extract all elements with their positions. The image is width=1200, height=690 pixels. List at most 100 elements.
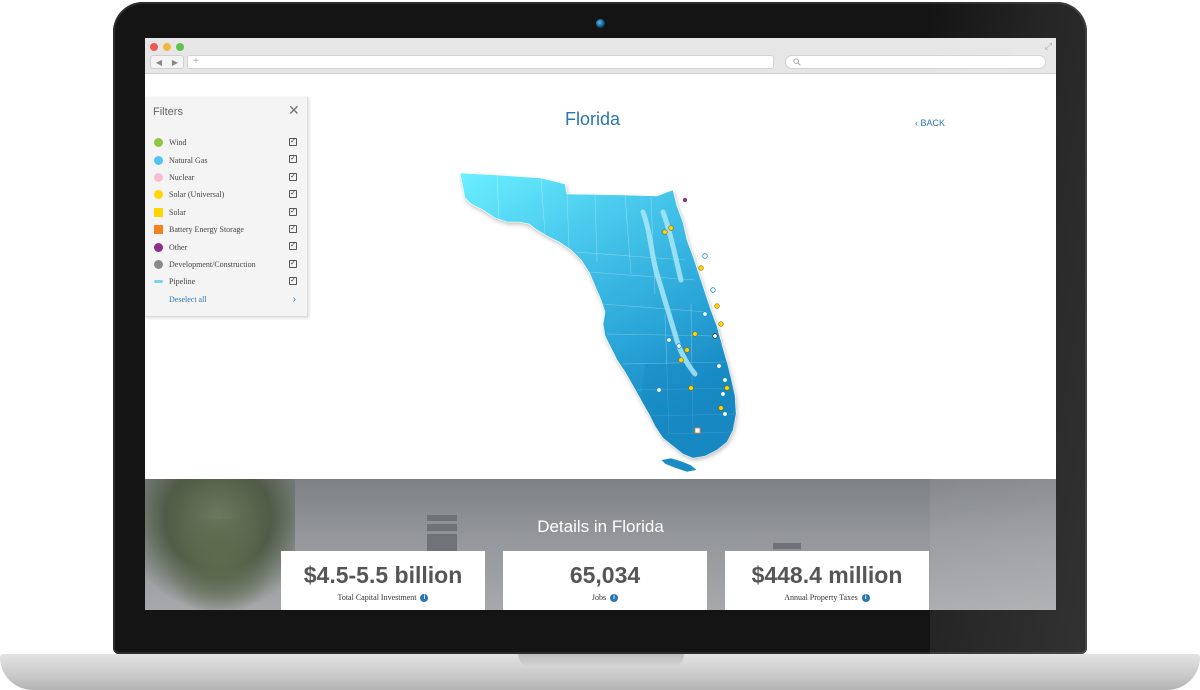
- stat-value: $448.4 million: [751, 562, 903, 588]
- address-bar[interactable]: +: [187, 55, 774, 69]
- natural-gas-marker-icon[interactable]: [722, 377, 728, 383]
- minimize-window-button[interactable]: [163, 43, 171, 51]
- wind-swatch-icon: [154, 138, 163, 148]
- filter-label: Solar: [169, 207, 186, 217]
- solar-marker-icon[interactable]: [698, 265, 704, 271]
- stat-label-row: Jobs i: [503, 593, 707, 603]
- nuclear-swatch-icon: [154, 172, 163, 182]
- natural-gas-marker-icon[interactable]: [722, 411, 728, 417]
- stat-value: 65,034: [569, 562, 641, 588]
- close-window-button[interactable]: [150, 43, 158, 51]
- info-icon[interactable]: i: [610, 594, 619, 603]
- natural-gas-marker-icon[interactable]: [676, 343, 682, 349]
- solar-universal-swatch-icon: [154, 190, 163, 200]
- checkbox-checked-icon[interactable]: ✓: [289, 207, 297, 216]
- solar-marker-icon[interactable]: [718, 405, 724, 411]
- solar-swatch-icon: [154, 207, 163, 217]
- solar-marker-icon[interactable]: [668, 225, 674, 231]
- page-content: Filters ✕ Wind ✓ Natural Gas ✓ Nuclear ✓: [145, 74, 1056, 610]
- checkbox-checked-icon[interactable]: ✓: [289, 155, 297, 164]
- deselect-all-link[interactable]: Deselect all: [169, 295, 207, 304]
- info-icon[interactable]: i: [861, 594, 870, 603]
- chevron-right-icon[interactable]: ›: [293, 294, 296, 305]
- solar-marker-icon[interactable]: [678, 357, 684, 363]
- filter-item-nuclear[interactable]: Nuclear ✓: [154, 169, 300, 186]
- filter-item-solar-universal[interactable]: Solar (Universal) ✓: [154, 186, 300, 203]
- checkbox-checked-icon[interactable]: ✓: [289, 172, 297, 181]
- close-icon[interactable]: ✕: [288, 102, 300, 119]
- development-marker-icon[interactable]: [712, 333, 718, 339]
- stat-card-capital: $4.5-5.5 billion Total Capital Investmen…: [281, 551, 485, 610]
- solar-marker-icon[interactable]: [724, 385, 730, 391]
- stat-label: Total Capital Investment: [337, 593, 417, 602]
- filters-panel: Filters ✕ Wind ✓ Natural Gas ✓ Nuclear ✓: [145, 97, 308, 317]
- checkbox-checked-icon[interactable]: ✓: [289, 259, 297, 268]
- filter-item-other[interactable]: Other ✓: [154, 238, 300, 255]
- browser-nav: ◀ ▶: [150, 55, 184, 69]
- stat-card-property-taxes: $448.4 million Annual Property Taxes i: [725, 551, 929, 610]
- natural-gas-swatch-icon: [154, 155, 163, 165]
- filter-item-battery-storage[interactable]: Battery Energy Storage ✓: [154, 221, 300, 238]
- filter-item-pipeline[interactable]: Pipeline ✓: [154, 273, 300, 290]
- stat-label-row: Annual Property Taxes i: [725, 593, 929, 603]
- back-arrow-icon[interactable]: ◀: [156, 58, 162, 67]
- deselect-row: Deselect all ›: [154, 291, 300, 308]
- other-marker-icon[interactable]: [682, 197, 688, 203]
- florida-keys: [660, 457, 698, 473]
- stat-value: $4.5-5.5 billion: [303, 562, 463, 588]
- filter-label: Wind: [169, 138, 187, 148]
- filter-list: Wind ✓ Natural Gas ✓ Nuclear ✓ Solar (Un…: [154, 134, 300, 308]
- details-title: Details in Florida: [537, 517, 664, 536]
- solar-marker-icon[interactable]: [718, 321, 724, 327]
- battery-swatch-icon: [154, 225, 163, 235]
- browser-search-input[interactable]: [785, 55, 1046, 69]
- camera-icon: [596, 19, 605, 28]
- back-link[interactable]: ‹ BACK: [915, 118, 945, 128]
- stat-label: Jobs: [591, 593, 607, 602]
- checkbox-checked-icon[interactable]: ✓: [289, 138, 297, 146]
- other-swatch-icon: [154, 242, 163, 252]
- natural-gas-marker-icon[interactable]: [702, 253, 708, 259]
- filter-item-development[interactable]: Development/Construction ✓: [154, 256, 300, 273]
- info-icon[interactable]: i: [420, 594, 429, 603]
- stat-label-row: Total Capital Investment i: [281, 593, 485, 603]
- maximize-window-button[interactable]: [176, 43, 184, 51]
- screen: ◀ ▶ + ⤢ Filters ✕ Wind ✓ Natural Gas ✓ N…: [145, 38, 1056, 610]
- search-icon: [793, 58, 801, 66]
- battery-marker-icon[interactable]: [694, 427, 701, 434]
- natural-gas-marker-icon[interactable]: [710, 287, 716, 293]
- filter-label: Pipeline: [169, 277, 196, 287]
- natural-gas-marker-icon[interactable]: [656, 387, 662, 393]
- filter-item-natural-gas[interactable]: Natural Gas ✓: [154, 151, 300, 168]
- filters-title: Filters: [153, 106, 183, 118]
- florida-map[interactable]: [455, 164, 765, 474]
- checkbox-checked-icon[interactable]: ✓: [289, 242, 297, 251]
- filter-label: Development/Construction: [169, 259, 256, 269]
- details-section: Details in Florida $4.5-5.5 billion Tota…: [145, 479, 1056, 610]
- solar-marker-icon[interactable]: [714, 303, 720, 309]
- filter-label: Nuclear: [169, 172, 195, 182]
- natural-gas-marker-icon[interactable]: [720, 391, 726, 397]
- stat-card-jobs: 65,034 Jobs i: [503, 551, 707, 610]
- forward-arrow-icon[interactable]: ▶: [172, 58, 178, 67]
- natural-gas-marker-icon[interactable]: [702, 311, 708, 317]
- solar-marker-icon[interactable]: [684, 347, 690, 353]
- solar-marker-icon[interactable]: [662, 229, 668, 235]
- page-title: Florida: [564, 109, 621, 129]
- filter-item-solar[interactable]: Solar ✓: [154, 204, 300, 221]
- checkbox-checked-icon[interactable]: ✓: [289, 224, 297, 233]
- development-swatch-icon: [154, 259, 163, 269]
- checkbox-checked-icon[interactable]: ✓: [289, 190, 297, 199]
- stat-label: Annual Property Taxes: [784, 593, 858, 602]
- pipeline-swatch-icon: [154, 280, 163, 284]
- expand-icon[interactable]: ⤢: [1045, 41, 1052, 52]
- natural-gas-marker-icon[interactable]: [666, 337, 672, 343]
- natural-gas-marker-icon[interactable]: [716, 363, 722, 369]
- new-tab-plus[interactable]: +: [193, 56, 199, 67]
- solar-marker-icon[interactable]: [692, 331, 698, 337]
- checkbox-checked-icon[interactable]: ✓: [289, 277, 297, 286]
- filter-label: Solar (Universal): [169, 190, 225, 200]
- filter-item-wind[interactable]: Wind ✓: [154, 134, 300, 151]
- solar-marker-icon[interactable]: [688, 385, 694, 391]
- laptop-notch: [518, 654, 684, 668]
